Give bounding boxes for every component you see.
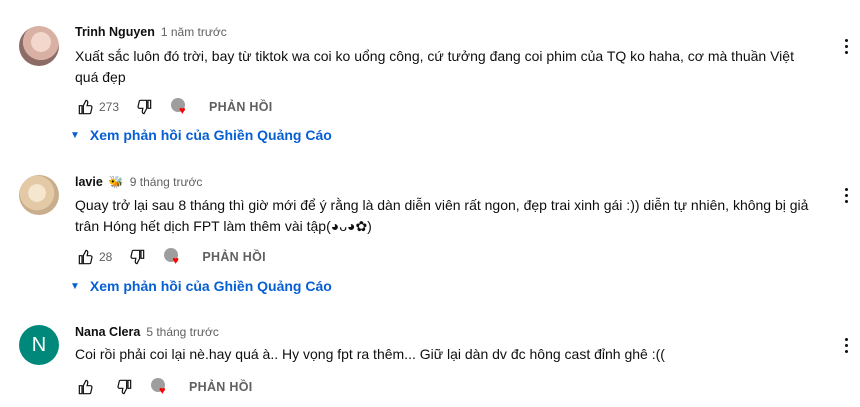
thumb-down-icon[interactable] bbox=[133, 96, 155, 118]
author-name[interactable]: lavie bbox=[75, 175, 103, 189]
comment-actions: 28 ♥ PHẢN HỒI bbox=[75, 245, 266, 269]
member-badge: 🐝 bbox=[108, 175, 124, 189]
avatar[interactable] bbox=[19, 26, 59, 66]
reply-button[interactable]: PHẢN HỒI bbox=[202, 250, 266, 264]
author-name[interactable]: Nana Clera bbox=[75, 325, 140, 339]
reply-button[interactable]: PHẢN HỒI bbox=[209, 100, 273, 114]
thumb-down-icon[interactable] bbox=[126, 246, 148, 268]
comment-actions: ♥ PHẢN HỒI bbox=[75, 375, 253, 399]
comment-time[interactable]: 1 năm trước bbox=[161, 25, 227, 39]
more-vert-icon[interactable] bbox=[838, 183, 854, 207]
like-count: 273 bbox=[99, 100, 120, 114]
author-line: Trinh Nguyen 1 năm trước bbox=[75, 25, 227, 39]
like-count: 28 bbox=[99, 250, 113, 264]
view-replies-label: Xem phản hồi của Ghiền Quảng Cáo bbox=[89, 127, 332, 143]
author-line: Nana Clera 5 tháng trước bbox=[75, 325, 219, 339]
view-replies-label: Xem phản hồi của Ghiền Quảng Cáo bbox=[89, 278, 332, 294]
creator-heart-icon: ♥ bbox=[162, 246, 184, 268]
comment-time[interactable]: 5 tháng trước bbox=[146, 325, 219, 339]
thumb-up-icon[interactable] bbox=[75, 246, 97, 268]
author-line: lavie 🐝 9 tháng trước bbox=[75, 175, 202, 189]
creator-heart-icon: ♥ bbox=[169, 96, 191, 118]
reply-button[interactable]: PHẢN HỒI bbox=[189, 380, 253, 394]
comment-text: Xuất sắc luôn đó trời, bay từ tiktok wa … bbox=[75, 48, 794, 85]
thumb-down-icon[interactable] bbox=[113, 376, 135, 398]
thumb-up-icon[interactable] bbox=[75, 96, 97, 118]
comment-text: Quay trở lại sau 8 tháng thì giờ mới để … bbox=[75, 197, 809, 234]
more-vert-icon[interactable] bbox=[838, 333, 854, 357]
author-name[interactable]: Trinh Nguyen bbox=[75, 25, 155, 39]
thumb-up-icon[interactable] bbox=[75, 376, 97, 398]
comment-text: Coi rồi phải coi lại nè.hay quá à.. Hy v… bbox=[75, 346, 665, 362]
caret-down-icon: ▼ bbox=[70, 280, 80, 292]
view-replies-button[interactable]: ▼ Xem phản hồi của Ghiền Quảng Cáo bbox=[70, 278, 332, 294]
avatar[interactable]: N bbox=[19, 325, 59, 365]
avatar[interactable] bbox=[19, 175, 59, 215]
more-vert-icon[interactable] bbox=[838, 34, 854, 58]
comment-time[interactable]: 9 tháng trước bbox=[130, 175, 203, 189]
caret-down-icon: ▼ bbox=[70, 129, 80, 141]
creator-heart-icon: ♥ bbox=[149, 376, 171, 398]
comment-actions: 273 ♥ PHẢN HỒI bbox=[75, 95, 273, 119]
view-replies-button[interactable]: ▼ Xem phản hồi của Ghiền Quảng Cáo bbox=[70, 127, 332, 143]
